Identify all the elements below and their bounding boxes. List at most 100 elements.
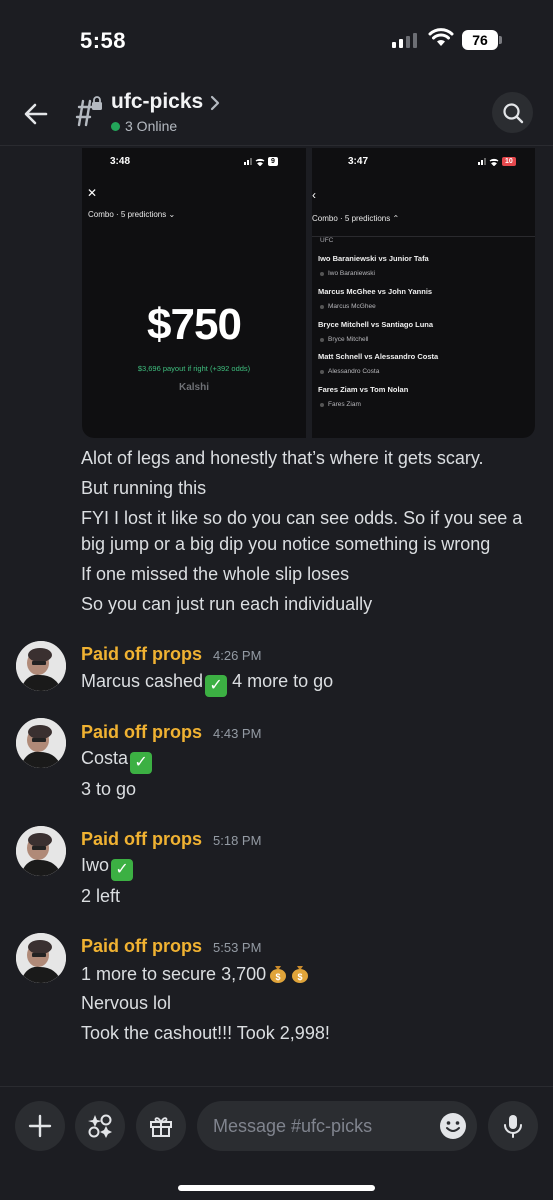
locked-channel-icon (75, 96, 102, 127)
shot-left-combo: Combo · 5 predictions ⌄ (88, 210, 176, 219)
cellular-signal-icon (392, 32, 417, 48)
divider (312, 236, 535, 237)
message-text: Nervous lol (81, 993, 172, 1013)
payout-text: $3,696 payout if right (+392 odds) (137, 364, 251, 373)
voice-message-button[interactable] (488, 1101, 538, 1151)
avatar-photo (16, 933, 66, 983)
avatar-photo (16, 826, 66, 876)
apps-button[interactable] (75, 1101, 125, 1151)
check-mark-emoji-icon: ✓ (205, 675, 228, 697)
fight-item: Marcus McGhee vs John Yannis Marcus McGh… (318, 287, 530, 310)
plus-icon (28, 1114, 52, 1138)
author-name[interactable]: Paid off props (81, 644, 202, 665)
message-text: Alot of legs and honestly that’s where i… (81, 448, 484, 468)
message-text: 2 left (81, 886, 121, 906)
check-mark-emoji-icon: ✓ (111, 859, 134, 881)
money-bag-emoji-icon: $ (292, 966, 309, 983)
avatar[interactable] (16, 826, 66, 876)
message-text: Iwo ✓ (81, 855, 134, 881)
message-timestamp: 5:53 PM (213, 940, 262, 955)
channel-header: ufc-picks 3 Online (0, 80, 553, 146)
message-text-part: 1 more to secure 3,700 (81, 964, 267, 984)
fight-pick: Alessandro Costa (318, 368, 530, 375)
gift-icon (150, 1117, 172, 1137)
emoji-picker-icon[interactable] (439, 1112, 467, 1140)
message-composer: Message #ufc-picks (0, 1086, 553, 1200)
avatar-photo (16, 718, 66, 768)
message-text: Costa ✓ (81, 748, 153, 774)
fight-title: Matt Schnell vs Alessandro Costa (318, 352, 439, 361)
message-text-part: Costa (81, 748, 129, 768)
channel-name[interactable]: ufc-picks (111, 90, 203, 114)
fight-pick: Iwo Baraniewski (318, 270, 530, 277)
svg-text:$: $ (276, 972, 281, 982)
wifi-icon (428, 28, 454, 46)
sport-section-label: UFC (320, 237, 334, 244)
attachment-image-left[interactable]: 3:48 9 ✕ Combo · 5 predictions ⌄ $750 $3… (82, 148, 306, 438)
fight-item: Matt Schnell vs Alessandro Costa Alessan… (318, 352, 530, 375)
close-icon: ✕ (87, 186, 98, 200)
fight-title: Bryce Mitchell vs Santiago Luna (318, 320, 434, 329)
home-indicator[interactable] (178, 1185, 375, 1191)
money-bag-emoji-icon: $ (270, 966, 287, 983)
message-text: FYI I lost it like so do you can see odd… (81, 508, 523, 528)
avatar[interactable] (16, 933, 66, 983)
avatar[interactable] (16, 718, 66, 768)
online-dot-icon (111, 121, 120, 131)
message-text-part: Marcus cashed (81, 671, 204, 691)
message-timestamp: 5:18 PM (213, 833, 262, 848)
online-count: 3 Online (125, 118, 178, 134)
message-input-placeholder: Message #ufc-picks (213, 1116, 373, 1136)
shot-left-status-icons: 9 (244, 157, 278, 166)
avatar-photo (16, 641, 66, 691)
status-bar: 5:58 76 (0, 0, 553, 80)
image-attachment[interactable]: 3:48 9 ✕ Combo · 5 predictions ⌄ $750 $3… (82, 148, 535, 438)
brand-logo: Kalshi (178, 382, 209, 393)
message-text: big jump or a big dip you notice somethi… (81, 534, 491, 554)
shot-left-time: 3:48 (110, 156, 131, 167)
shot-right-time: 3:47 (348, 156, 369, 167)
shot-right-battery: 10 (502, 157, 516, 166)
fight-item: Bryce Mitchell vs Santiago Luna Bryce Mi… (318, 320, 530, 343)
message-text: Marcus cashed ✓ 4 more to go (81, 671, 333, 697)
fight-item: Iwo Baraniewski vs Junior Tafa Iwo Baran… (318, 254, 530, 277)
search-icon (502, 102, 523, 123)
fight-pick: Marcus McGhee (318, 303, 530, 310)
fight-pick: Fares Ziam (318, 401, 530, 408)
search-button[interactable] (492, 92, 533, 133)
battery-level: 76 (462, 30, 498, 50)
battery-icon: 76 (462, 30, 502, 50)
message-text: 3 to go (81, 779, 137, 799)
fight-pick: Bryce Mitchell (318, 336, 530, 343)
online-status: 3 Online (111, 118, 177, 134)
shot-right-status-icons: 10 (478, 157, 516, 166)
wager-amount: $750 (147, 300, 242, 349)
fight-title: Iwo Baraniewski vs Junior Tafa (318, 254, 429, 263)
add-attachment-button[interactable] (15, 1101, 65, 1151)
author-name[interactable]: Paid off props (81, 829, 202, 850)
chevron-right-icon[interactable] (209, 94, 221, 112)
author-name[interactable]: Paid off props (81, 722, 202, 743)
message-text: Took the cashout!!! Took 2,998! (81, 1023, 330, 1043)
author-name[interactable]: Paid off props (81, 936, 202, 957)
check-mark-emoji-icon: ✓ (130, 752, 153, 774)
message-text-part: 4 more to go (227, 671, 334, 691)
chevron-left-icon: ‹ (312, 188, 316, 202)
shot-right-combo: Combo · 5 predictions ⌃ (312, 214, 400, 223)
message-text: But running this (81, 478, 207, 498)
message-input[interactable]: Message #ufc-picks (197, 1101, 477, 1151)
avatar[interactable] (16, 641, 66, 691)
message-timestamp: 4:43 PM (213, 726, 262, 741)
attachment-image-right[interactable]: 3:47 10 ‹ Combo · 5 predictions ⌃ UFC Iw… (312, 148, 535, 438)
status-time: 5:58 (80, 28, 127, 53)
shot-left-battery: 9 (268, 157, 278, 166)
gift-button[interactable] (136, 1101, 186, 1151)
fight-title: Marcus McGhee vs John Yannis (318, 287, 433, 296)
microphone-icon (504, 1115, 522, 1138)
message-text: So you can just run each individually (81, 594, 373, 614)
svg-text:$: $ (298, 972, 303, 982)
fight-item: Fares Ziam vs Tom Nolan Fares Ziam (318, 385, 530, 408)
fight-title: Fares Ziam vs Tom Nolan (318, 385, 409, 394)
back-arrow-icon[interactable] (20, 98, 52, 130)
message-text: If one missed the whole slip loses (81, 564, 350, 584)
